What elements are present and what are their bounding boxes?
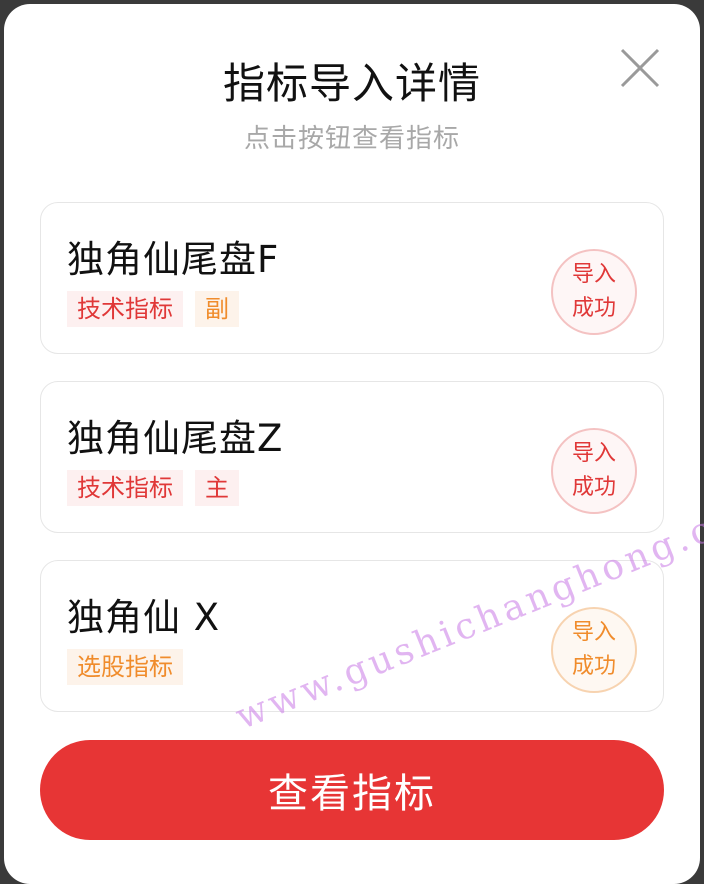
indicator-tags: 技术指标 主 [67,470,239,506]
dialog-title: 指标导入详情 [222,59,481,108]
stamp-line2: 成功 [571,296,616,321]
dialog-subtitle: 点击按钮查看指标 [243,124,460,154]
stamp-line2: 成功 [571,654,616,679]
tag-type: 技术指标 [67,291,183,327]
close-icon[interactable] [618,46,662,90]
indicator-name: 独角仙 X [67,596,221,639]
indicator-tags: 选股指标 [67,649,183,685]
indicator-card: 独角仙尾盘Z 技术指标 主 导入 成功 [40,381,664,533]
stamp-line1: 导入 [571,620,616,645]
stamp-line1: 导入 [571,441,616,466]
import-success-stamp: 导入 成功 [551,607,637,693]
stamp-line2: 成功 [571,475,616,500]
tag-position: 主 [195,470,239,506]
view-indicators-button[interactable]: 查看指标 [40,740,664,840]
tag-type: 技术指标 [67,470,183,506]
tag-type: 选股指标 [67,649,183,685]
import-success-stamp: 导入 成功 [551,249,637,335]
indicator-card: 独角仙 X 选股指标 导入 成功 [40,560,664,712]
import-details-dialog: 指标导入详情 点击按钮查看指标 独角仙尾盘F 技术指标 副 导入 成功 独角仙尾… [4,4,700,884]
indicator-name: 独角仙尾盘Z [67,417,284,460]
stamp-line1: 导入 [571,262,616,287]
tag-position: 副 [195,291,239,327]
indicator-tags: 技术指标 副 [67,291,239,327]
import-success-stamp: 导入 成功 [551,428,637,514]
indicator-card: 独角仙尾盘F 技术指标 副 导入 成功 [40,202,664,354]
indicator-name: 独角仙尾盘F [67,238,280,281]
